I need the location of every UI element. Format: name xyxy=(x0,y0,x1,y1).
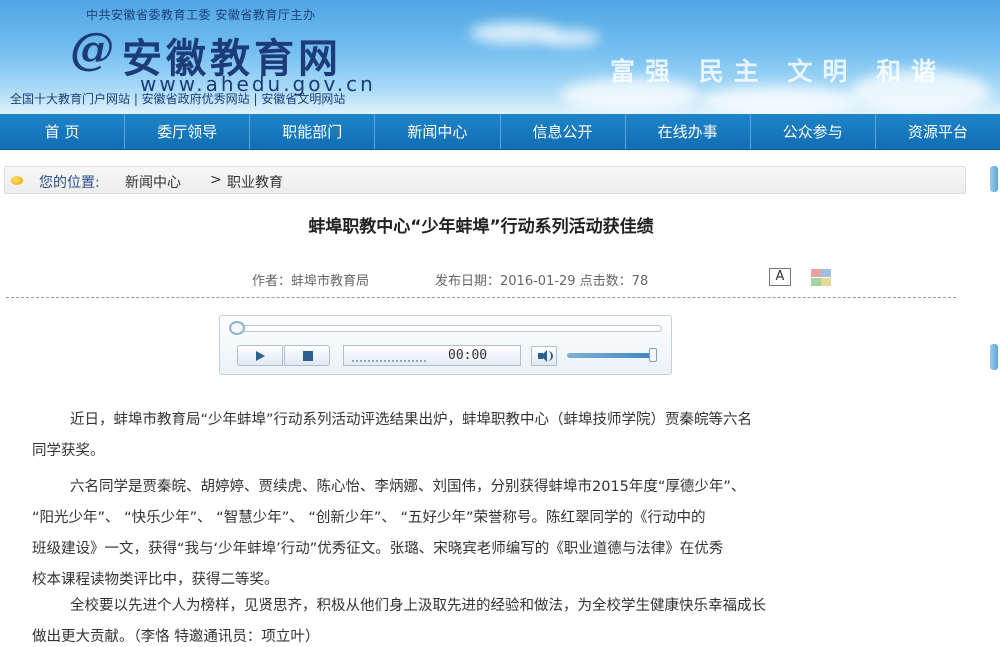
site-banner: 中共安徽省委教育工委 安徽省教育厅主办 @ 安徽教育网 www.ahedu.go… xyxy=(0,0,1000,114)
paragraph-line: 同学获奖。 xyxy=(32,443,105,459)
paragraph-line: 近日，蚌埠市教育局“少年蚌埠”行动系列活动评选结果出炉，蚌埠职教中心（蚌埠技师学… xyxy=(70,412,753,428)
play-icon xyxy=(256,351,265,361)
seek-handle[interactable] xyxy=(229,321,245,335)
paragraph-line: 全校要以先进个人为榜样，见贤思齐，积极从他们身上汲取先进的经验和做法，为全校学生… xyxy=(70,598,766,614)
breadcrumb: 您的位置: 新闻中心 > 职业教育 xyxy=(4,166,966,194)
nav-item-leaders[interactable]: 委厅领导 xyxy=(125,114,251,149)
time-display: 00:00 xyxy=(343,345,521,366)
nav-item-news[interactable]: 新闻中心 xyxy=(375,114,501,149)
nav-item-online-services[interactable]: 在线办事 xyxy=(626,114,751,149)
article-date-views: 发布日期：2016-01-29 点击数：78 xyxy=(435,274,649,289)
stop-button[interactable] xyxy=(284,345,330,366)
mute-button[interactable] xyxy=(531,346,557,366)
location-dot-icon xyxy=(11,176,23,185)
volume-handle[interactable] xyxy=(649,348,657,362)
buffer-indicator xyxy=(352,360,426,362)
article-paragraph-2: 六名同学是贾秦皖、胡婷婷、贾续虎、陈心怡、李炳娜、刘国伟，分别获得蚌埠市2015… xyxy=(32,472,944,596)
paragraph-line: 做出更大贡献。（李恪 特邀通讯员：项立叶） xyxy=(32,629,320,645)
color-theme-icon[interactable] xyxy=(811,269,831,286)
nav-item-info-public[interactable]: 信息公开 xyxy=(501,114,626,149)
audio-player: 00:00 xyxy=(219,315,672,375)
speaker-cone xyxy=(541,350,547,362)
paragraph-line: “阳光少年”、 “快乐少年”、 “智慧少年”、 “创新少年”、 “五好少年”荣誉… xyxy=(32,510,706,526)
sponsor-text: 中共安徽省委教育工委 安徽省教育厅主办 xyxy=(86,8,316,22)
article-paragraph-1: 近日，蚌埠市教育局“少年蚌埠”行动系列活动评选结果出炉，蚌埠职教中心（蚌埠技师学… xyxy=(32,405,944,467)
font-size-button[interactable]: A xyxy=(769,268,791,286)
site-tagline: 全国十大教育门户网站 | 安徽省政府优秀网站 | 安徽省文明网站 xyxy=(10,92,346,106)
nav-item-participation[interactable]: 公众参与 xyxy=(751,114,876,149)
site-slogan: 富强 民主 文明 和谐 xyxy=(610,57,947,86)
scrollbar-thumb-secondary[interactable] xyxy=(990,344,998,370)
seek-bar[interactable] xyxy=(234,325,662,332)
main-nav: 首 页 委厅领导 职能部门 新闻中心 信息公开 在线办事 公众参与 资源平台 xyxy=(0,114,1000,150)
stop-icon xyxy=(303,351,313,361)
nav-item-home[interactable]: 首 页 xyxy=(0,114,126,149)
logo-at-icon: @ xyxy=(70,24,114,75)
breadcrumb-vocational-link[interactable]: 职业教育 xyxy=(227,172,283,192)
volume-slider[interactable] xyxy=(567,353,655,358)
paragraph-line: 班级建设》一文，获得“我与‘少年蚌埠’行动”优秀征文。张璐、宋晓宾老师编写的《职… xyxy=(32,541,724,557)
speaker-wave xyxy=(548,351,553,361)
article-author: 作者：蚌埠市教育局 xyxy=(252,274,370,289)
current-time: 00:00 xyxy=(448,348,488,363)
article-title: 蚌埠职教中心“少年蚌埠”行动系列活动获佳绩 xyxy=(308,217,654,237)
article-paragraph-3: 全校要以先进个人为榜样，见贤思齐，积极从他们身上汲取先进的经验和做法，为全校学生… xyxy=(32,591,944,647)
paragraph-line: 六名同学是贾秦皖、胡婷婷、贾续虎、陈心怡、李炳娜、刘国伟，分别获得蚌埠市2015… xyxy=(70,479,746,495)
nav-item-departments[interactable]: 职能部门 xyxy=(250,114,376,149)
breadcrumb-news-link[interactable]: 新闻中心 xyxy=(125,172,181,192)
scrollbar-thumb[interactable] xyxy=(990,166,998,192)
play-button[interactable] xyxy=(237,345,283,366)
nav-item-resources[interactable]: 资源平台 xyxy=(876,114,1000,149)
breadcrumb-separator: > xyxy=(210,172,222,188)
breadcrumb-label: 您的位置: xyxy=(39,175,100,191)
meta-divider xyxy=(6,297,956,298)
